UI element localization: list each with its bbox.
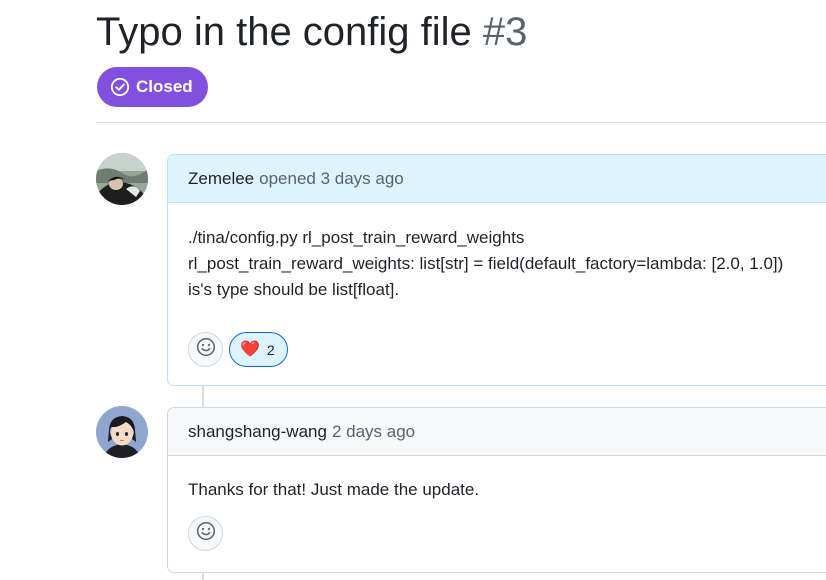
comment-header: Zemelee opened 3 days ago <box>168 155 826 203</box>
comment-header: shangshang-wang 2 days ago <box>168 408 826 456</box>
comment-2: shangshang-wang 2 days ago Thanks for th… <box>167 407 826 573</box>
avatar-zemelee[interactable] <box>96 153 148 205</box>
issue-state-label: Closed <box>136 77 193 96</box>
comment-body: Thanks for that! Just made the update. <box>168 456 826 503</box>
comment-body-line: ./tina/config.py rl_post_train_reward_we… <box>188 228 525 247</box>
comment-author[interactable]: Zemelee <box>188 169 254 189</box>
comment-body-line: is's type should be list[float]. <box>188 280 400 299</box>
reaction-heart-button[interactable]: ❤️ 2 <box>229 332 288 367</box>
reaction-count: 2 <box>266 341 275 358</box>
check-circle-icon <box>110 77 130 97</box>
reactions-bar <box>188 516 223 551</box>
comment-body-line: Thanks for that! Just made the update. <box>188 480 480 499</box>
issue-title: Typo in the config file #3 <box>96 10 527 54</box>
issue-page: Typo in the config file #3 Closed Zemele… <box>0 0 826 580</box>
issue-title-text: Typo in the config file <box>96 10 472 54</box>
comment-body-line: rl_post_train_reward_weights: list[str] … <box>188 254 784 273</box>
comment-author[interactable]: shangshang-wang <box>188 422 327 442</box>
header-divider <box>96 122 826 123</box>
comment-timestamp[interactable]: opened 3 days ago <box>259 169 404 189</box>
heart-icon: ❤️ <box>240 340 260 358</box>
reactions-bar: ❤️ 2 <box>188 332 288 367</box>
avatar-shangshang-wang[interactable] <box>96 406 148 458</box>
smiley-icon <box>196 337 216 362</box>
comment-timestamp[interactable]: 2 days ago <box>332 422 415 442</box>
add-reaction-button[interactable] <box>188 516 223 551</box>
comment-body: ./tina/config.py rl_post_train_reward_we… <box>168 203 826 303</box>
add-reaction-button[interactable] <box>188 332 223 367</box>
comment-1: Zemelee opened 3 days ago ./tina/config.… <box>167 154 826 386</box>
issue-state-badge: Closed <box>97 67 208 107</box>
issue-number: #3 <box>482 10 528 54</box>
smiley-icon <box>196 521 216 546</box>
